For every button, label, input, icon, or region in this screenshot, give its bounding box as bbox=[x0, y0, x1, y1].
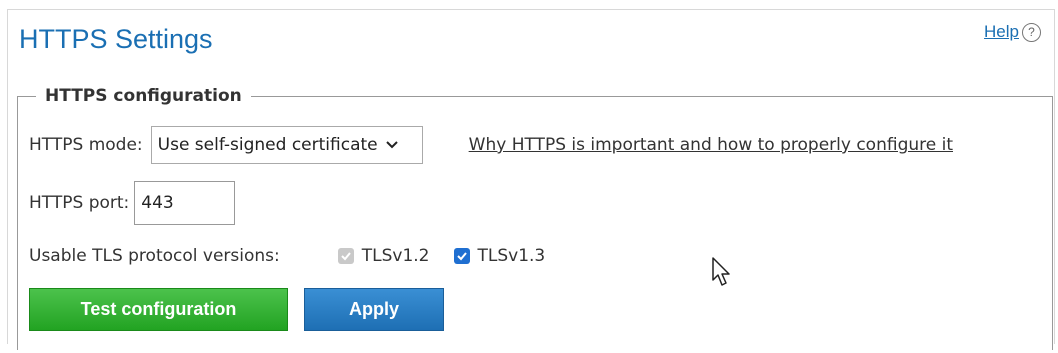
tlsv13-checkbox[interactable] bbox=[453, 248, 470, 264]
chevron-down-icon bbox=[385, 138, 398, 153]
https-port-value: 443 bbox=[141, 193, 174, 213]
https-mode-row: HTTPS mode: Use self-signed certificate … bbox=[29, 126, 953, 164]
tls-versions-row: Usable TLS protocol versions: TLSv1.2 TL… bbox=[29, 246, 545, 266]
https-mode-select[interactable]: Use self-signed certificate bbox=[150, 126, 423, 164]
tlsv13-label[interactable]: TLSv1.3 bbox=[478, 246, 546, 266]
help-link[interactable]: Help bbox=[984, 22, 1019, 42]
page-title: HTTPS Settings bbox=[19, 24, 213, 54]
help-link-group[interactable]: Help ? bbox=[984, 22, 1041, 42]
https-mode-value: Use self-signed certificate bbox=[157, 135, 378, 155]
tlsv12-checkbox bbox=[337, 248, 354, 264]
tls-versions-label: Usable TLS protocol versions: bbox=[29, 246, 280, 266]
why-https-link[interactable]: Why HTTPS is important and how to proper… bbox=[469, 135, 953, 155]
question-circle-icon[interactable]: ? bbox=[1022, 22, 1041, 42]
https-port-input[interactable]: 443 bbox=[134, 181, 236, 225]
https-port-label: HTTPS port: bbox=[29, 193, 130, 213]
tlsv12-label: TLSv1.2 bbox=[361, 246, 430, 266]
mouse-cursor-icon bbox=[712, 257, 730, 286]
https-mode-label: HTTPS mode: bbox=[29, 135, 143, 155]
fieldset-legend: HTTPS configuration bbox=[45, 86, 242, 106]
https-port-row: HTTPS port: 443 bbox=[29, 181, 236, 225]
test-configuration-button[interactable]: Test configuration bbox=[29, 288, 288, 331]
apply-button[interactable]: Apply bbox=[304, 288, 444, 331]
